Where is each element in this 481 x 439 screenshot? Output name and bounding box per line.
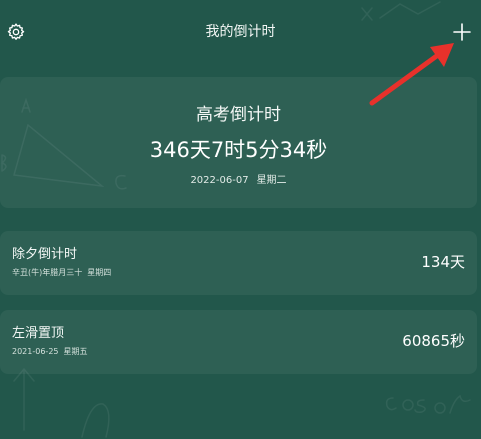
countdown-item-value: 134天	[421, 253, 465, 271]
main-countdown-date: 2022-06-07 星期二	[0, 174, 477, 188]
countdown-item-swipe-to-pin[interactable]: 左滑置顶 2021-06-25 星期五 60865秒	[0, 310, 477, 374]
target-date: 2022-06-07	[190, 175, 249, 186]
page-title: 我的倒计时	[205, 24, 276, 40]
main-countdown-title: 高考倒计时	[196, 105, 281, 125]
main-countdown-card[interactable]: 高考倒计时 346天7时5分34秒 2022-06-07 星期二	[0, 77, 477, 208]
add-countdown-button[interactable]	[451, 21, 473, 43]
item-date: 2021-06-25	[12, 347, 59, 356]
item-weekday: 星期四	[87, 268, 112, 277]
item-weekday: 星期五	[63, 347, 88, 356]
countdown-item-date: 2021-06-25 星期五	[12, 346, 88, 357]
plus-icon	[453, 23, 471, 41]
countdown-item-name: 左滑置顶	[12, 326, 65, 341]
app-header: 我的倒计时	[0, 0, 481, 64]
countdown-item-new-year-eve[interactable]: 除夕倒计时 辛丑(牛)年腊月三十 星期四 134天	[0, 231, 477, 295]
lunar-date: 辛丑(牛)年腊月三十	[12, 268, 83, 277]
countdown-item-date: 辛丑(牛)年腊月三十 星期四	[12, 267, 111, 278]
countdown-item-name: 除夕倒计时	[12, 247, 78, 262]
countdown-item-value: 60865秒	[402, 332, 465, 350]
main-countdown-value: 346天7时5分34秒	[149, 138, 328, 162]
target-weekday: 星期二	[256, 175, 287, 186]
